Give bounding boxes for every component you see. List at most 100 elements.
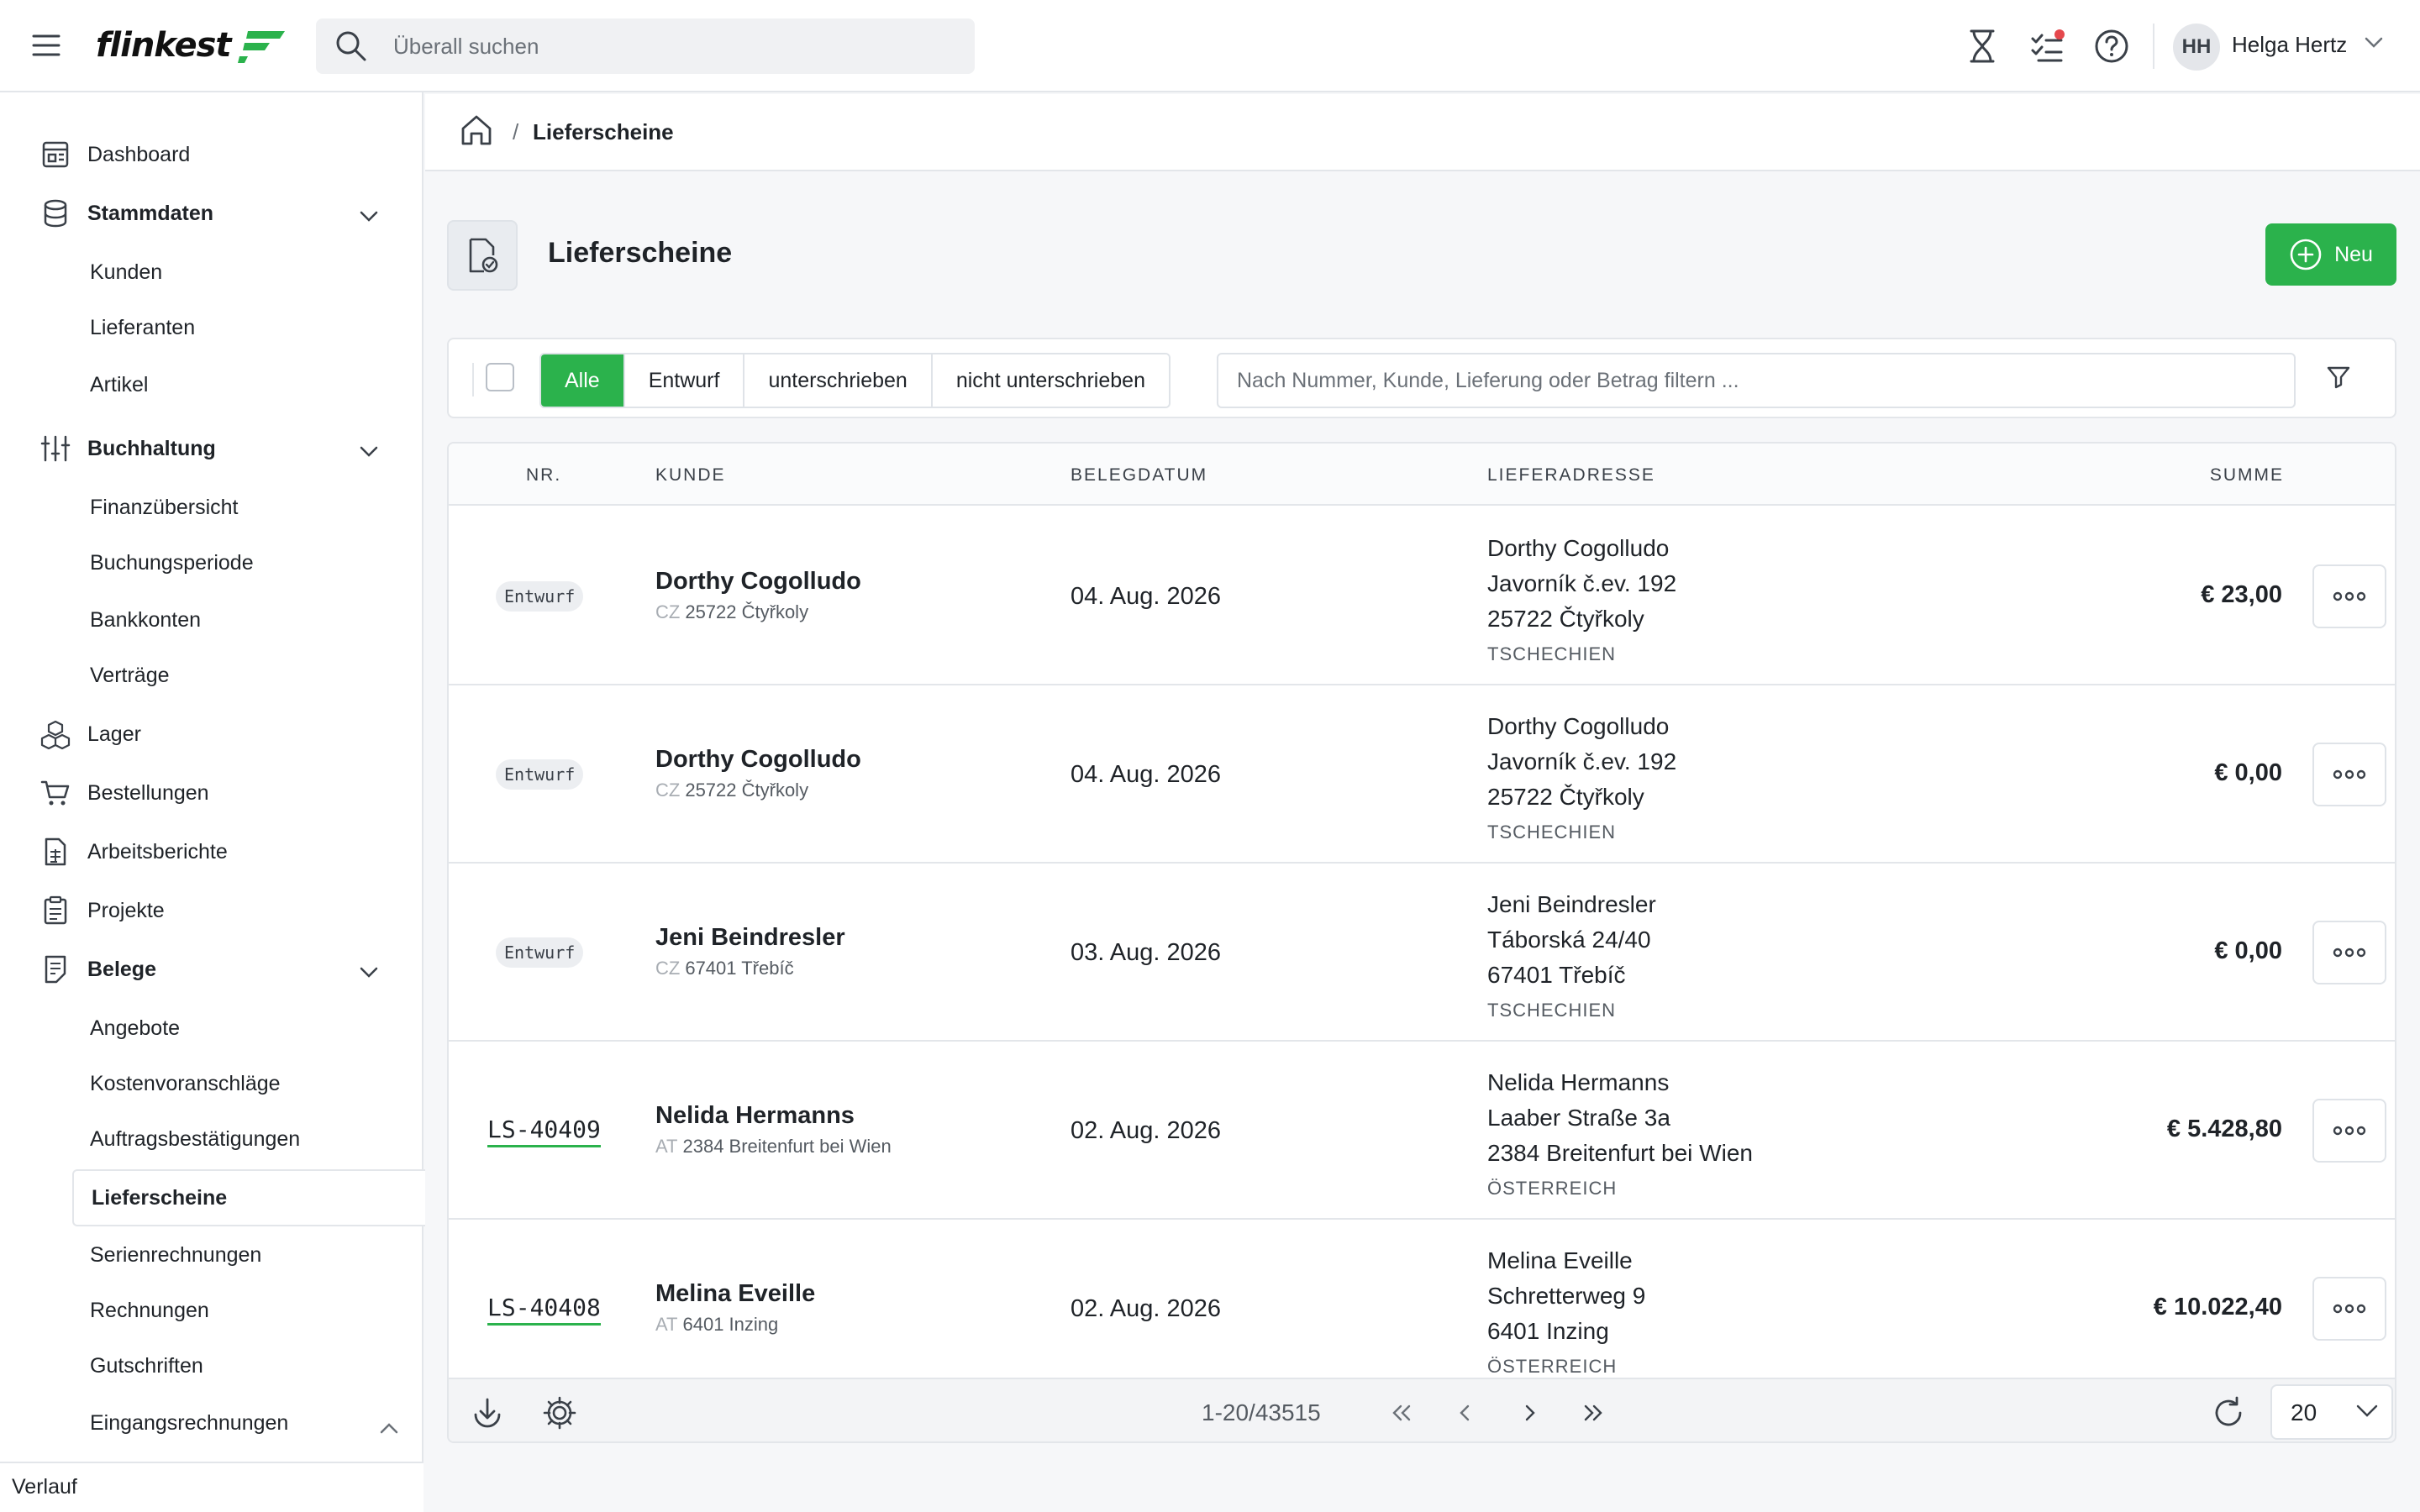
customer-name[interactable]: Dorthy Cogolludo [655,568,861,596]
report-icon [45,837,66,866]
customer-name[interactable]: Nelida Hermanns [655,1102,855,1130]
sidebar-item-bestellungen[interactable]: Bestellungen [87,781,209,806]
logo-text: flinkest [96,26,232,65]
document-number-link[interactable]: LS-40408 [487,1294,601,1326]
filter-icon[interactable] [2326,365,2351,390]
table-row[interactable]: LS-40408 Melina Eveille AT 6401 Inzing 02. A… [449,1220,2395,1398]
tab-alle[interactable]: Alle [541,354,625,407]
customer-city: 25722 Čtyřkoly [685,780,809,801]
settings-icon[interactable] [541,1394,578,1431]
next-page-icon[interactable] [1514,1398,1544,1428]
column-belegdatum[interactable]: BELEGDATUM [1071,465,1207,486]
column-summe[interactable]: SUMME [2210,465,2284,486]
chevron-up-icon[interactable] [378,1418,400,1440]
address-line-1: Nelida Hermanns [1487,1069,1670,1095]
top-bar: flinkest HH Helga Hertz [0,0,2420,92]
customer-name[interactable]: Melina Eveille [655,1280,815,1308]
sidebar-item-lieferscheine[interactable]: Lieferscheine [92,1186,227,1210]
sidebar-item-auftragsbestaetigungen[interactable]: Auftragsbestätigungen [90,1127,300,1152]
sidebar-item-stammdaten[interactable]: Stammdaten [87,202,213,226]
first-page-icon[interactable] [1386,1398,1417,1428]
chevron-down-icon[interactable] [358,205,380,227]
sidebar-item-belege[interactable]: Belege [87,958,156,982]
sidebar-item-vertraege[interactable]: Verträge [90,664,170,688]
more-dots-icon [2333,948,2366,958]
sidebar-item-serienrechnungen[interactable]: Serienrechnungen [90,1243,261,1268]
user-name[interactable]: Helga Hertz [2232,32,2347,58]
customer-name[interactable]: Dorthy Cogolludo [655,746,861,774]
delivery-address: Dorthy Cogolludo Javorník č.ev. 192 25722 … [1487,709,1676,847]
menu-icon[interactable] [32,34,60,57]
chevron-down-icon[interactable] [358,961,380,983]
document-date: 03. Aug. 2026 [1071,939,1221,966]
download-icon[interactable] [469,1394,506,1431]
hourglass-icon[interactable] [1961,25,2003,67]
filter-field[interactable] [1217,353,2296,408]
customer-city: 2384 Breitenfurt bei Wien [682,1136,892,1157]
status-tabs: Alle Entwurf unterschrieben nicht unters… [539,353,1171,408]
chevron-down-icon[interactable] [358,440,380,462]
history-bar[interactable]: Verlauf [0,1462,424,1512]
tab-entwurf[interactable]: Entwurf [624,354,745,407]
sidebar-item-bankkonten[interactable]: Bankkonten [90,608,201,633]
global-search[interactable] [316,18,975,74]
document-number-link[interactable]: LS-40409 [487,1116,601,1147]
tab-nicht-unterschrieben[interactable]: nicht unterschrieben [932,354,1169,407]
customer-name[interactable]: Jeni Beindresler [655,924,845,952]
sidebar-item-gutschriften[interactable]: Gutschriften [90,1354,203,1378]
row-actions-button[interactable] [2312,1099,2386,1163]
sidebar-item-artikel[interactable]: Artikel [90,373,148,397]
sidebar-item-finanzuebersicht[interactable]: Finanzübersicht [90,496,238,520]
table-footer: 1-20/43515 20 [449,1378,2395,1441]
last-page-icon[interactable] [1578,1398,1608,1428]
column-kunde[interactable]: KUNDE [655,465,726,486]
sidebar-item-lager[interactable]: Lager [87,722,141,747]
column-nr[interactable]: NR. [526,465,561,486]
page-size-select[interactable]: 20 [2270,1384,2393,1440]
sidebar-item-eingangsrechnungen[interactable]: Eingangsrechnungen [90,1411,288,1436]
sidebar-item-kostenvoranschlaege[interactable]: Kostenvoranschläge [90,1072,281,1096]
country-code: CZ [655,780,681,801]
table-row[interactable]: Entwurf Dorthy Cogolludo CZ 25722 Čtyřkoly 0… [449,507,2395,685]
row-actions-button[interactable] [2312,564,2386,628]
new-button-label: Neu [2334,242,2373,266]
chevron-down-icon[interactable] [2365,37,2383,49]
logo[interactable]: flinkest [96,20,287,71]
filter-input[interactable] [1218,354,2294,407]
sidebar-item-arbeitsberichte[interactable]: Arbeitsberichte [87,840,228,864]
sidebar-item-projekte[interactable]: Projekte [87,899,165,923]
database-icon [44,199,67,228]
pagination-range: 1-20/43515 [1202,1399,1321,1425]
sidebar-item-buchungsperiode[interactable]: Buchungsperiode [90,551,254,575]
sidebar-item-dashboard[interactable]: Dashboard [87,143,190,167]
sidebar-item-buchhaltung[interactable]: Buchhaltung [87,437,216,461]
avatar[interactable]: HH [2173,24,2220,71]
help-icon[interactable] [2091,25,2133,67]
previous-page-icon[interactable] [1450,1398,1481,1428]
address-line-1: Melina Eveille [1487,1247,1633,1273]
row-actions-button[interactable] [2312,1277,2386,1341]
row-actions-button[interactable] [2312,921,2386,984]
home-icon[interactable] [459,113,494,148]
customer-location: CZ 25722 Čtyřkoly [655,780,808,801]
refresh-icon[interactable] [2210,1394,2247,1431]
tab-unterschrieben[interactable]: unterschrieben [744,354,933,407]
table-row[interactable]: Entwurf Jeni Beindresler CZ 67401 Třebíč 03.… [449,864,2395,1042]
delivery-notes-table: NR. KUNDE BELEGDATUM LIEFERADRESSE SUMME… [447,442,2396,1443]
table-row[interactable]: LS-40409 Nelida Hermanns AT 2384 Breitenfur… [449,1042,2395,1220]
sidebar-item-lieferanten[interactable]: Lieferanten [90,316,195,340]
column-lieferadresse[interactable]: LIEFERADRESSE [1487,465,1655,486]
boxes-icon [40,720,71,749]
search-input[interactable] [393,18,948,74]
table-row[interactable]: Entwurf Dorthy Cogolludo CZ 25722 Čtyřkoly 0… [449,685,2395,864]
sidebar-item-kunden[interactable]: Kunden [90,260,162,285]
tasks-icon[interactable] [2027,25,2069,67]
header-divider [2153,24,2154,69]
sidebar-item-angebote[interactable]: Angebote [90,1016,180,1041]
address-line-3: 2384 Breitenfurt bei Wien [1487,1140,1753,1166]
customer-location: CZ 25722 Čtyřkoly [655,601,808,623]
select-all-checkbox[interactable] [486,363,514,391]
row-actions-button[interactable] [2312,743,2386,806]
sidebar-item-rechnungen[interactable]: Rechnungen [90,1299,209,1323]
new-button[interactable]: Neu [2265,223,2396,286]
